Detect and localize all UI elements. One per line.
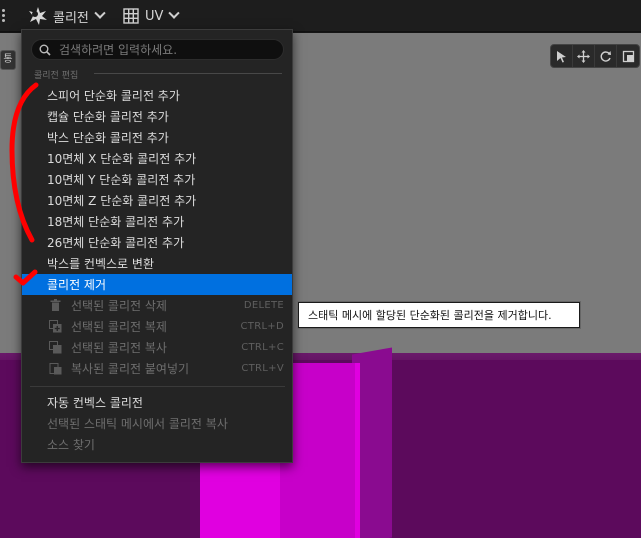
duplicate-icon <box>49 320 62 333</box>
scale-icon <box>622 50 634 62</box>
menu-item-add-18dop[interactable]: 18면체 단순화 콜리전 추가 <box>22 211 292 232</box>
chevron-down-icon <box>94 7 106 19</box>
uv-menu-button[interactable]: UV <box>122 0 181 32</box>
section-title-edit-collision: 콜리전 편집 <box>34 71 79 81</box>
cursor-icon <box>557 50 566 62</box>
collision-dropdown-menu: 콜리전 편집 스피어 단순화 콜리전 추가 캡슐 단순화 콜리전 추가 박스 단… <box>21 29 293 463</box>
menu-item-copy-selected-collision[interactable]: 선택된 콜리전 복사 CTRL+C <box>22 337 292 358</box>
shortcut-label: DELETE <box>243 300 284 311</box>
uv-grid-icon <box>123 8 139 24</box>
shortcut-label: CTRL+C <box>241 342 284 353</box>
menu-item-convert-boxes-to-convex[interactable]: 박스를 컨벡스로 변환 <box>22 253 292 274</box>
menu-item-delete-selected-collision[interactable]: 선택된 콜리전 삭제 DELETE <box>22 295 292 316</box>
menu-search-input[interactable] <box>59 41 279 59</box>
menu-item-add-sphere[interactable]: 스피어 단순화 콜리전 추가 <box>22 85 292 106</box>
menu-item-auto-convex-collision[interactable]: 자동 컨벡스 콜리전 <box>22 392 292 413</box>
viewport-options-button[interactable]: 통 <box>0 50 16 70</box>
menu-item-add-10dop-z[interactable]: 10면체 Z 단순화 콜리전 추가 <box>22 190 292 211</box>
menu-item-add-10dop-x[interactable]: 10면체 X 단순화 콜리전 추가 <box>22 148 292 169</box>
scale-tool-button[interactable] <box>617 45 639 67</box>
collision-menu-button[interactable]: 콜리전 <box>28 0 106 32</box>
remove-collision-tooltip: 스태틱 메시에 할당된 단순화된 콜리전을 제거합니다. <box>298 302 580 328</box>
trash-icon <box>50 299 61 311</box>
collision-icon <box>29 7 47 25</box>
move-arrows-icon <box>577 49 590 63</box>
menu-item-add-box[interactable]: 박스 단순화 콜리전 추가 <box>22 127 292 148</box>
menu-item-copy-collision-from-selected-mesh[interactable]: 선택된 스태틱 메시에서 콜리전 복사 <box>22 413 292 434</box>
menu-item-add-10dop-y[interactable]: 10면체 Y 단순화 콜리전 추가 <box>22 169 292 190</box>
editor-toolbar: 콜리전 UV <box>0 0 641 32</box>
transform-toolbar <box>550 44 640 68</box>
menu-search-box[interactable] <box>31 39 284 60</box>
chevron-down-icon <box>168 7 181 19</box>
select-tool-button[interactable] <box>551 45 573 67</box>
menu-item-paste-copied-collision[interactable]: 복사된 콜리전 붙여넣기 CTRL+V <box>22 358 292 379</box>
paste-icon <box>49 363 62 375</box>
collision-menu-label: 콜리전 <box>53 10 89 26</box>
menu-item-add-capsule[interactable]: 캡슐 단순화 콜리전 추가 <box>22 106 292 127</box>
menu-item-remove-collision[interactable]: 콜리전 제거 <box>22 274 292 295</box>
toolbar-menu-dots-icon[interactable] <box>2 8 8 24</box>
rotate-tool-button[interactable] <box>595 45 617 67</box>
menu-item-duplicate-selected-collision[interactable]: 선택된 콜리전 복제 CTRL+D <box>22 316 292 337</box>
shortcut-label: CTRL+D <box>240 321 284 332</box>
translate-tool-button[interactable] <box>573 45 595 67</box>
search-icon <box>39 44 51 56</box>
menu-item-add-26dop[interactable]: 26면체 단순화 콜리전 추가 <box>22 232 292 253</box>
rotate-icon <box>600 50 611 62</box>
copy-icon <box>49 341 62 354</box>
tooltip-text: 스태틱 메시에 할당된 단순화된 콜리전을 제거합니다. <box>308 309 552 322</box>
uv-menu-label: UV <box>145 8 164 24</box>
menu-item-find-source[interactable]: 소스 찾기 <box>22 434 292 455</box>
shortcut-label: CTRL+V <box>241 363 284 374</box>
section-divider <box>94 73 282 74</box>
menu-divider <box>30 386 285 387</box>
